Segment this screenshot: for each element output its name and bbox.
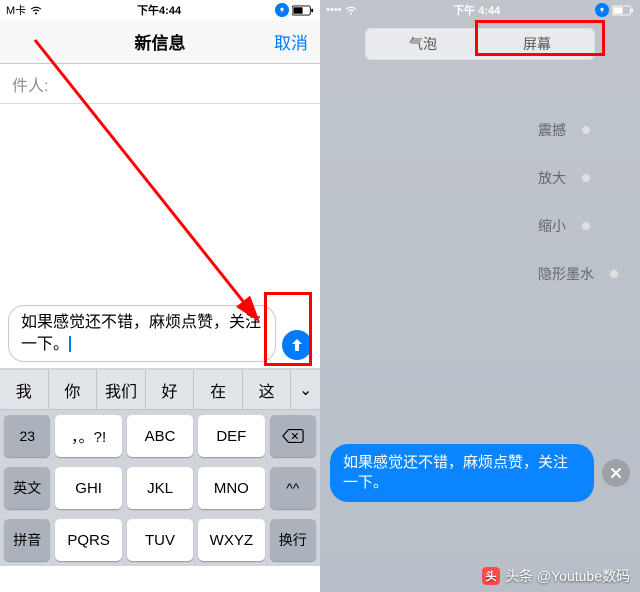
battery-icon: [612, 5, 634, 16]
key-punct[interactable]: ，。?!: [55, 415, 121, 457]
send-button[interactable]: [282, 330, 312, 360]
key-123[interactable]: 23: [4, 415, 50, 457]
carrier-label: M卡: [6, 2, 26, 18]
recipient-field[interactable]: 件人:: [0, 64, 320, 104]
key-caret[interactable]: ^^: [270, 467, 316, 509]
recipient-label: 件人:: [12, 72, 48, 96]
mic-indicator-icon: [595, 3, 609, 17]
tab-bubble[interactable]: 气泡: [366, 29, 480, 59]
suggestion[interactable]: 你: [49, 370, 98, 410]
suggestion[interactable]: 我们: [97, 370, 146, 410]
watermark-text: 头条 @Youtube数码: [505, 566, 630, 586]
key-pqrs[interactable]: PQRS: [55, 519, 121, 561]
effect-radio-icon: [580, 220, 592, 232]
wifi-icon: [344, 5, 358, 16]
cancel-button[interactable]: 取消: [274, 29, 308, 54]
key-wxyz[interactable]: WXYZ: [198, 519, 264, 561]
key-ghi[interactable]: GHI: [55, 467, 121, 509]
clock: 下午4:44: [137, 2, 181, 18]
watermark-logo-icon: 头: [482, 567, 500, 585]
watermark: 头 头条 @Youtube数码: [482, 566, 630, 586]
text-cursor: [69, 336, 71, 352]
key-mno[interactable]: MNO: [198, 467, 264, 509]
message-bubble: 如果感觉还不错，麻烦点赞，关注一下。: [330, 444, 594, 503]
key-english[interactable]: 英文: [4, 467, 50, 509]
tab-screen[interactable]: 屏幕: [480, 29, 594, 59]
mic-indicator-icon: [275, 3, 289, 17]
wifi-icon: [29, 5, 43, 16]
key-return[interactable]: 换行: [270, 519, 316, 561]
key-def[interactable]: DEF: [198, 415, 264, 457]
key-pinyin[interactable]: 拼音: [4, 519, 50, 561]
suggestion[interactable]: 这: [243, 370, 292, 410]
left-screenshot: M卡 下午4:44 新信息 取消 件人: 如果感觉还不错，麻烦点赞，关注一下。 …: [0, 0, 320, 592]
key-jkl[interactable]: JKL: [127, 467, 193, 509]
effect-radio-icon: [580, 124, 592, 136]
suggestion-bar: 我 你 我们 好 在 这 ⌄: [0, 370, 320, 410]
nav-title: 新信息: [135, 29, 186, 54]
right-screenshot: •••• 下午 4:44 气泡 屏幕 震撼 放大 缩小 隐形墨水 如果感觉还不错…: [320, 0, 640, 592]
status-bar: M卡 下午4:44: [0, 0, 320, 20]
status-bar: •••• 下午 4:44: [320, 0, 640, 20]
chevron-down-icon[interactable]: ⌄: [291, 372, 320, 408]
key-tuv[interactable]: TUV: [127, 519, 193, 561]
effect-radio-icon: [608, 268, 620, 280]
effect-tabs: 气泡 屏幕: [365, 28, 595, 60]
key-abc[interactable]: ABC: [127, 415, 193, 457]
suggestion[interactable]: 好: [146, 370, 195, 410]
effect-slam[interactable]: 震撼: [538, 120, 620, 140]
keyboard: 我 你 我们 好 在 这 ⌄ 23 ，。?! ABC DEF 英文 GHI JK…: [0, 368, 320, 566]
nav-bar: 新信息 取消: [0, 20, 320, 64]
conversation-area: [0, 104, 320, 299]
arrow-up-icon: [289, 337, 305, 353]
preview-row: 如果感觉还不错，麻烦点赞，关注一下。: [330, 444, 630, 503]
close-icon: [610, 467, 622, 479]
effect-loud[interactable]: 放大: [538, 168, 620, 188]
signal-icon: ••••: [326, 4, 341, 16]
message-input-row: 如果感觉还不错，麻烦点赞，关注一下。: [0, 299, 320, 368]
clock: 下午 4:44: [453, 2, 500, 18]
effect-gentle[interactable]: 缩小: [538, 216, 620, 236]
backspace-icon: [282, 425, 304, 447]
backspace-key[interactable]: [270, 415, 316, 457]
suggestion[interactable]: 我: [0, 370, 49, 410]
dismiss-button[interactable]: [602, 459, 630, 487]
effect-invisible-ink[interactable]: 隐形墨水: [538, 264, 620, 284]
effect-radio-icon: [580, 172, 592, 184]
battery-icon: [292, 5, 314, 16]
suggestion[interactable]: 在: [194, 370, 243, 410]
effect-list: 震撼 放大 缩小 隐形墨水: [538, 120, 620, 284]
message-input[interactable]: 如果感觉还不错，麻烦点赞，关注一下。: [8, 305, 276, 362]
